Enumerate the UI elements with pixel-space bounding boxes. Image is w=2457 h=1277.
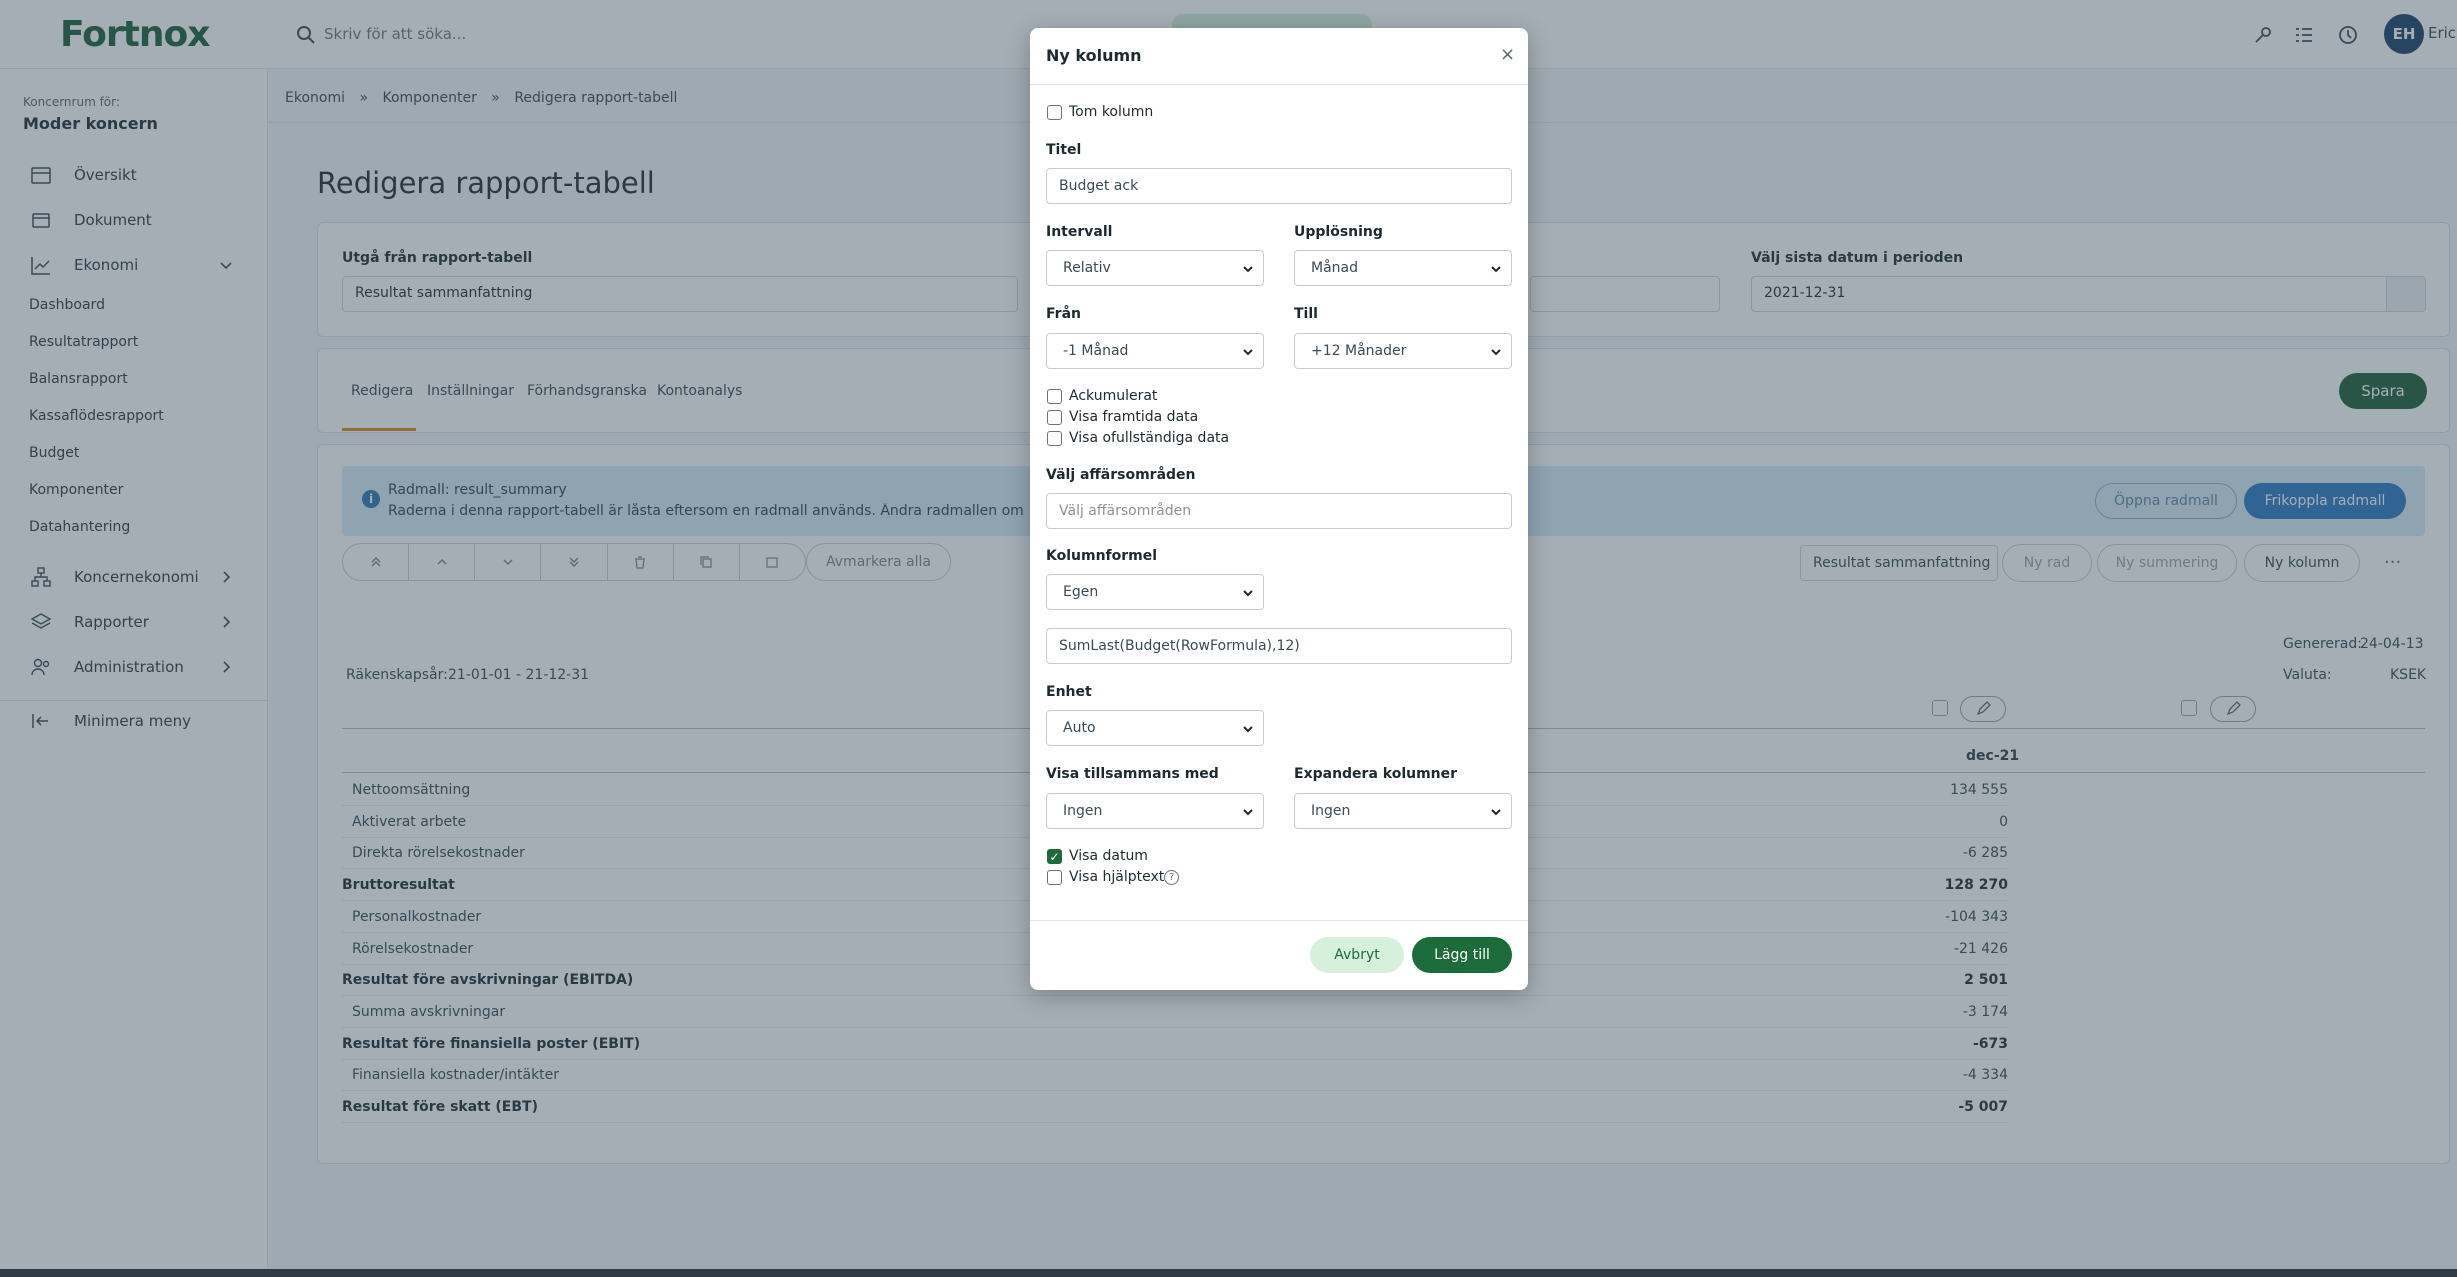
fran-value: -1 Månad (1063, 343, 1129, 359)
chevron-down-icon (1243, 809, 1253, 816)
affarsomraden-label: Välj affärsområden (1046, 467, 1196, 483)
visa-tillsammans-label: Visa tillsammans med (1046, 766, 1219, 782)
visa-framtida-checkbox[interactable] (1047, 410, 1062, 425)
till-value: +12 Månader (1311, 343, 1407, 359)
chevron-down-icon (1243, 726, 1253, 733)
help-icon[interactable]: ? (1164, 870, 1179, 885)
visa-ofullstandiga-checkbox[interactable] (1047, 431, 1062, 446)
kolumnformel-select[interactable]: Egen (1046, 574, 1264, 610)
visa-datum-checkbox[interactable]: ✓ (1047, 849, 1062, 864)
chevron-down-icon (1243, 266, 1253, 273)
visa-tillsammans-value: Ingen (1063, 803, 1103, 819)
cancel-button[interactable]: Avbryt (1310, 937, 1404, 973)
intervall-value: Relativ (1063, 260, 1111, 276)
upplosning-label: Upplösning (1294, 224, 1383, 240)
till-label: Till (1294, 306, 1318, 322)
upplosning-select[interactable]: Månad (1294, 250, 1512, 286)
titel-label: Titel (1046, 142, 1082, 158)
visa-framtida-label: Visa framtida data (1069, 409, 1199, 425)
visa-hjalptext-checkbox[interactable] (1047, 870, 1062, 885)
visa-ofullstandiga-label: Visa ofullständiga data (1069, 430, 1230, 446)
upplosning-value: Månad (1311, 260, 1358, 276)
close-icon[interactable]: × (1500, 44, 1515, 65)
affarsomraden-input[interactable]: Välj affärsområden (1046, 493, 1512, 529)
modal-footer-divider (1030, 920, 1528, 921)
intervall-label: Intervall (1046, 224, 1113, 240)
chevron-down-icon (1491, 266, 1501, 273)
expandera-value: Ingen (1311, 803, 1351, 819)
visa-tillsammans-select[interactable]: Ingen (1046, 793, 1264, 829)
enhet-value: Auto (1063, 720, 1096, 736)
chevron-down-icon (1491, 349, 1501, 356)
expandera-select[interactable]: Ingen (1294, 793, 1512, 829)
visa-datum-label: Visa datum (1069, 848, 1148, 864)
expandera-label: Expandera kolumner (1294, 766, 1458, 782)
modal-title: Ny kolumn (1046, 46, 1142, 65)
modal-header-divider (1030, 84, 1528, 85)
kolumnformel-value: Egen (1063, 584, 1099, 600)
fran-select[interactable]: -1 Månad (1046, 333, 1264, 369)
tom-kolumn-label: Tom kolumn (1069, 104, 1154, 120)
tom-kolumn-checkbox[interactable] (1047, 105, 1062, 120)
ackumulerat-checkbox[interactable] (1047, 389, 1062, 404)
chevron-down-icon (1491, 809, 1501, 816)
fran-label: Från (1046, 306, 1081, 322)
till-select[interactable]: +12 Månader (1294, 333, 1512, 369)
enhet-label: Enhet (1046, 684, 1092, 700)
chevron-down-icon (1243, 590, 1253, 597)
chevron-down-icon (1243, 349, 1253, 356)
formula-input[interactable]: SumLast(Budget(RowFormula),12) (1046, 628, 1512, 664)
titel-input[interactable]: Budget ack (1046, 168, 1512, 204)
ackumulerat-label: Ackumulerat (1069, 388, 1158, 404)
visa-hjalptext-label: Visa hjälptext (1069, 869, 1165, 885)
add-button[interactable]: Lägg till (1412, 937, 1512, 973)
kolumnformel-label: Kolumnformel (1046, 548, 1158, 564)
enhet-select[interactable]: Auto (1046, 710, 1264, 746)
intervall-select[interactable]: Relativ (1046, 250, 1264, 286)
